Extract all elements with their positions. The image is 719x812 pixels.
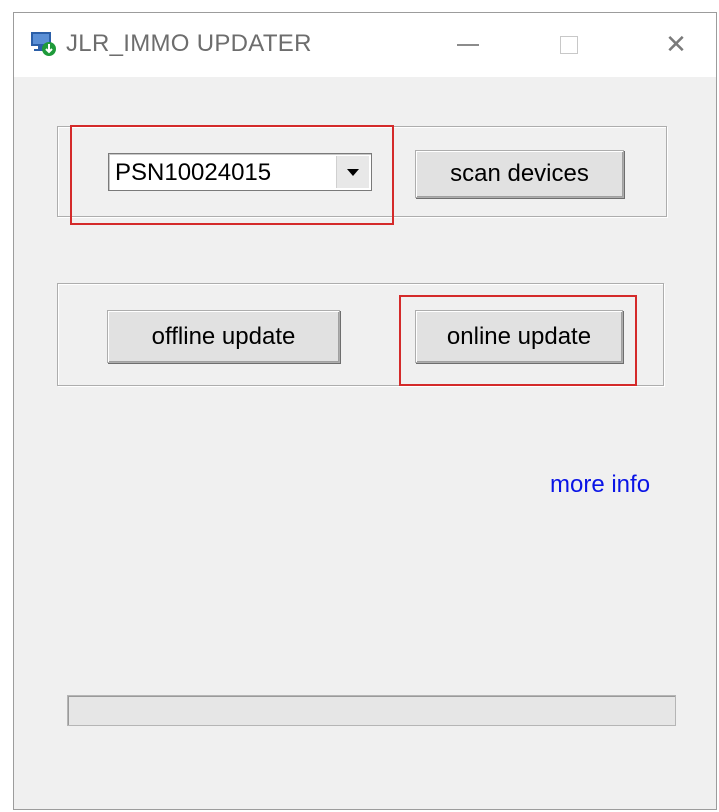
scan-devices-button[interactable]: scan devices <box>415 150 624 198</box>
monitor-green-arrow-icon <box>29 29 57 57</box>
close-button[interactable]: ✕ <box>656 25 696 65</box>
app-window: JLR_IMMO UPDATER ✕ PSN10024015 scan devi… <box>13 12 717 810</box>
maximize-button[interactable] <box>549 25 589 65</box>
window-title: JLR_IMMO UPDATER <box>66 30 312 57</box>
progress-bar <box>67 695 676 726</box>
minimize-icon <box>457 44 479 46</box>
more-info-link[interactable]: more info <box>550 471 650 499</box>
maximize-icon <box>560 36 578 54</box>
highlight-device-select <box>70 125 394 225</box>
minimize-button[interactable] <box>448 25 488 65</box>
title-bar[interactable]: JLR_IMMO UPDATER ✕ <box>14 13 716 77</box>
highlight-online-update <box>399 295 637 386</box>
close-icon: ✕ <box>665 30 687 60</box>
offline-update-button[interactable]: offline update <box>107 310 340 363</box>
